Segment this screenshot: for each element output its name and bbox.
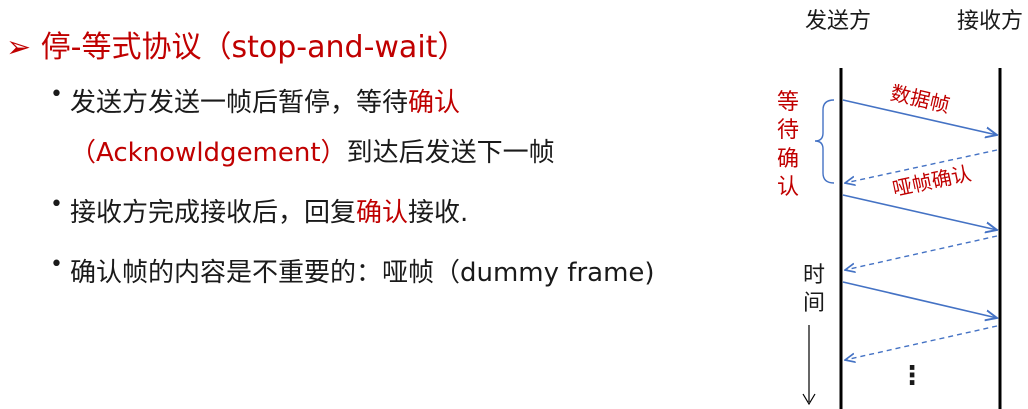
data-frame-arrow [842,194,997,230]
receiver-label: 接收方 [957,9,1023,34]
wait-ack-label: 等 待 确 认 [777,90,799,200]
wait-ack-char: 待 [777,118,799,143]
wait-ack-char: 认 [777,175,799,200]
ack-arrow [845,235,998,270]
wait-interval-brace [814,99,835,184]
continuation-ellipsis: ⋮ [899,361,925,391]
wait-ack-char: 等 [777,90,799,115]
stop-and-wait-diagram: 发送方 接收方 数据帧 哑帧确认 等 待 确 认 时 间 ⋮ [777,9,1023,409]
dummy-ack-label: 哑帧确认 [890,161,973,201]
time-label-char: 间 [803,291,825,316]
ack-arrow [845,325,998,360]
data-frame-arrow [842,281,997,318]
time-label-char: 时 [803,263,825,288]
sender-label: 发送方 [805,9,871,34]
wait-ack-char: 确 [777,147,799,172]
